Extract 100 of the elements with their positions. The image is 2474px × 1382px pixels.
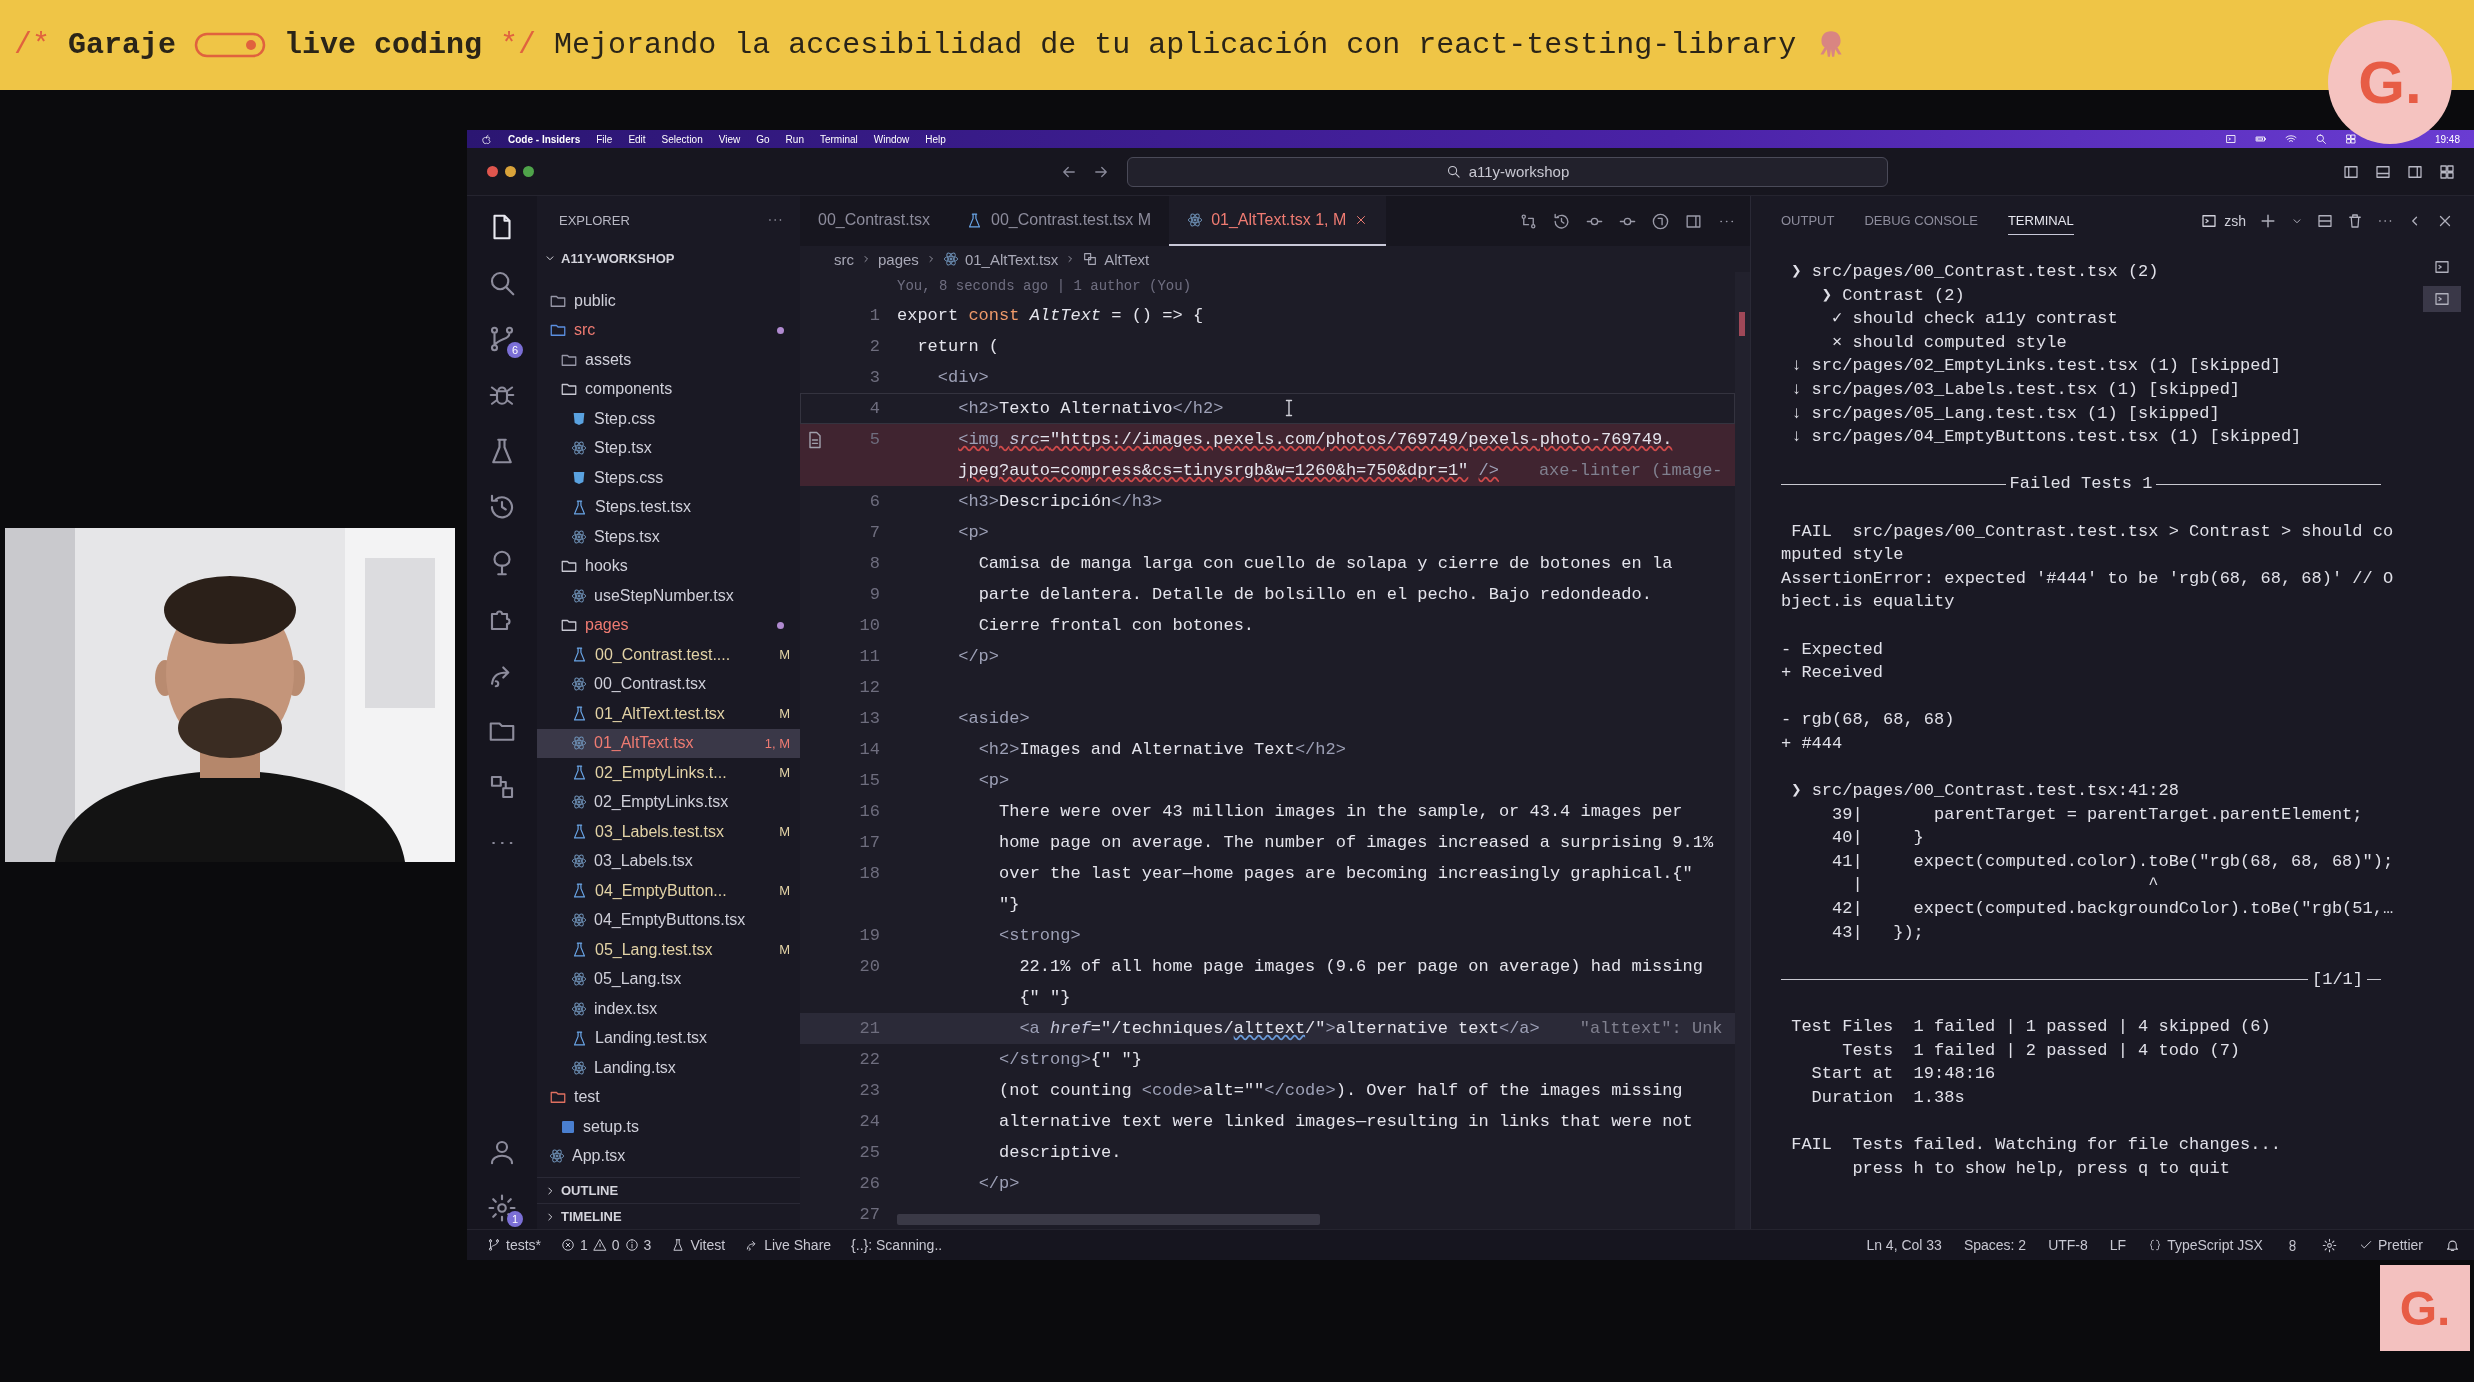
editor-tab[interactable]: 00_Contrast.test.tsx M [948,196,1170,246]
control-center-icon[interactable] [2344,133,2357,145]
shell-selector[interactable]: zsh [2200,212,2246,230]
workspace-header[interactable]: A11Y-WORKSHOP [537,244,800,272]
menu-item[interactable]: Selection [661,133,703,145]
menu-item[interactable]: Go [756,133,770,145]
menu-item[interactable]: Help [925,133,946,145]
status-item[interactable]: Spaces: 2 [1963,1237,2027,1253]
file-tree-item[interactable]: 05_Lang.test.tsx M [537,935,800,965]
file-tree-item[interactable]: 00_Contrast.test.... M [537,640,800,670]
app-menu[interactable]: Code - Insiders [508,133,581,145]
file-tree-item[interactable]: 04_EmptyButtons.tsx [537,905,800,935]
menu-item[interactable]: Edit [628,133,646,145]
line-number: 14 [859,740,880,759]
breadcrumb-item[interactable]: pages [878,250,919,268]
file-tree-item[interactable]: Step.tsx [537,433,800,463]
file-tree-item[interactable]: 01_AltText.tsx 1, M [537,728,800,758]
live-share-button[interactable]: Live Share [745,1237,832,1253]
trash-icon[interactable] [2346,212,2364,230]
file-tree-item[interactable]: 03_Labels.test.tsx M [537,817,800,847]
file-tree-item[interactable]: Landing.test.tsx [537,1023,800,1053]
grid-layout-icon[interactable] [2438,162,2456,181]
line-number: 21 [859,1019,880,1038]
menu-item[interactable]: File [596,133,613,145]
shield-icon [571,469,587,486]
problem-dot [777,621,784,629]
file-tree-item[interactable]: public [537,286,800,316]
history-icon[interactable] [1552,211,1571,231]
file-tree-item[interactable]: 01_AltText.test.tsx M [537,699,800,729]
menu-item[interactable]: Terminal [819,133,858,145]
file-tree-item[interactable]: Steps.tsx [537,522,800,552]
file-tree-item[interactable]: 00_Contrast.tsx [537,669,800,699]
terminal-instance[interactable] [2423,286,2461,312]
status-item[interactable]: LF [2109,1237,2127,1253]
line-number: 2 [869,337,880,356]
branch-button[interactable]: tests* [487,1237,541,1253]
file-tree-item[interactable]: Steps.test.tsx [537,492,800,522]
settings-icon[interactable] [2321,1237,2337,1253]
file-tree-item[interactable]: Step.css [537,404,800,434]
file-tree-item[interactable]: setup.ts [537,1112,800,1142]
breadcrumb-item[interactable]: src [834,250,854,268]
status-item[interactable]: Ln 4, Col 33 [1866,1237,1942,1253]
file-tree-item[interactable]: useStepNumber.tsx [537,581,800,611]
file-tree-item[interactable]: assets [537,345,800,375]
line-number: 10 [859,616,880,635]
line-number: 23 [859,1081,880,1100]
terminal-line: 41| expect(computed.color).toBe("rgb(68, 68, 68)"); [1831,850,2395,873]
menu-item[interactable]: Run [785,133,804,145]
close-button[interactable] [487,166,498,177]
file-tree-item[interactable]: hooks [537,551,800,581]
file-tree-item[interactable]: App.tsx [537,1141,800,1171]
file-tree-item[interactable]: Landing.tsx [537,1053,800,1083]
terminal-icon [2433,290,2451,308]
problems-button[interactable]: 1 0 3 [561,1237,652,1253]
panel-tab[interactable]: TERMINAL [2007,207,2074,235]
file-tree-item[interactable]: 02_EmptyLinks.t... M [537,758,800,788]
settings-icon[interactable] [487,1193,517,1223]
file-tree-item[interactable]: 02_EmptyLinks.tsx [537,787,800,817]
screen-icon[interactable] [2224,133,2237,145]
section-header[interactable]: OUTLINE [537,1177,800,1203]
file-tree-item[interactable]: pages [537,610,800,640]
channel-logo: G. [2380,1265,2470,1351]
status-item[interactable]: UTF-8 [2048,1237,2088,1253]
atom-icon [571,440,587,457]
panel-tab[interactable]: OUTPUT [1781,207,1835,235]
panel-tab[interactable]: DEBUG CONSOLE [1864,207,1978,235]
terminal-line: ↓ src/pages/05_Lang.test.tsx (1) [skipped] [1790,402,2221,425]
editor-tab[interactable]: 00_Contrast.tsx [800,196,949,246]
breadcrumb-item[interactable]: AltText [1104,250,1150,268]
formatter-button[interactable]: Prettier [2358,1237,2423,1253]
file-tree-item[interactable]: index.tsx [537,994,800,1024]
breadcrumb-item[interactable]: 01_AltText.tsx [964,250,1059,268]
file-tree-item[interactable]: 04_EmptyButton... M [537,876,800,906]
scrollbar[interactable] [897,1214,1320,1225]
file-tree-item[interactable]: 05_Lang.tsx [537,964,800,994]
search-icon[interactable] [2314,133,2327,145]
test-runner-button[interactable]: Vitest [671,1237,726,1253]
scrollbar[interactable] [1735,272,1750,1229]
split-icon[interactable] [2316,212,2334,230]
minimize-button[interactable] [505,166,516,177]
file-tree-item[interactable]: 03_Labels.tsx [537,846,800,876]
line-number: 12 [859,678,880,697]
language-button[interactable]: TypeScript JSX [2148,1237,2263,1253]
file-tree-item[interactable]: Steps.css [537,463,800,493]
menu-item[interactable]: View [718,133,741,145]
editor-tab[interactable]: 01_AltText.tsx 1, M [1169,196,1387,246]
command-search-field[interactable]: a11y-workshop [1127,156,1888,187]
apple-icon[interactable] [481,133,492,145]
notifications-icon[interactable] [2445,1237,2460,1253]
file-tree-item[interactable]: src [537,315,800,345]
code-line: jpeg?auto=compress&cs=tinysrgb&w=1260&h=750&dpr=1" /> [957,461,1499,480]
file-tree-item[interactable]: test [537,1082,800,1112]
zoom-button[interactable] [523,166,534,177]
menu-item[interactable]: Window [873,133,910,145]
line-number: 20 [859,957,880,976]
wifi-icon[interactable] [2284,133,2297,145]
status-item[interactable]: {..}: Scanning.. [851,1237,943,1253]
terminal-line: ❯ src/pages/00_Contrast.test.tsx (2) [1790,261,2160,283]
file-tree-item[interactable]: components [537,374,800,404]
battery-icon[interactable] [2254,133,2267,145]
